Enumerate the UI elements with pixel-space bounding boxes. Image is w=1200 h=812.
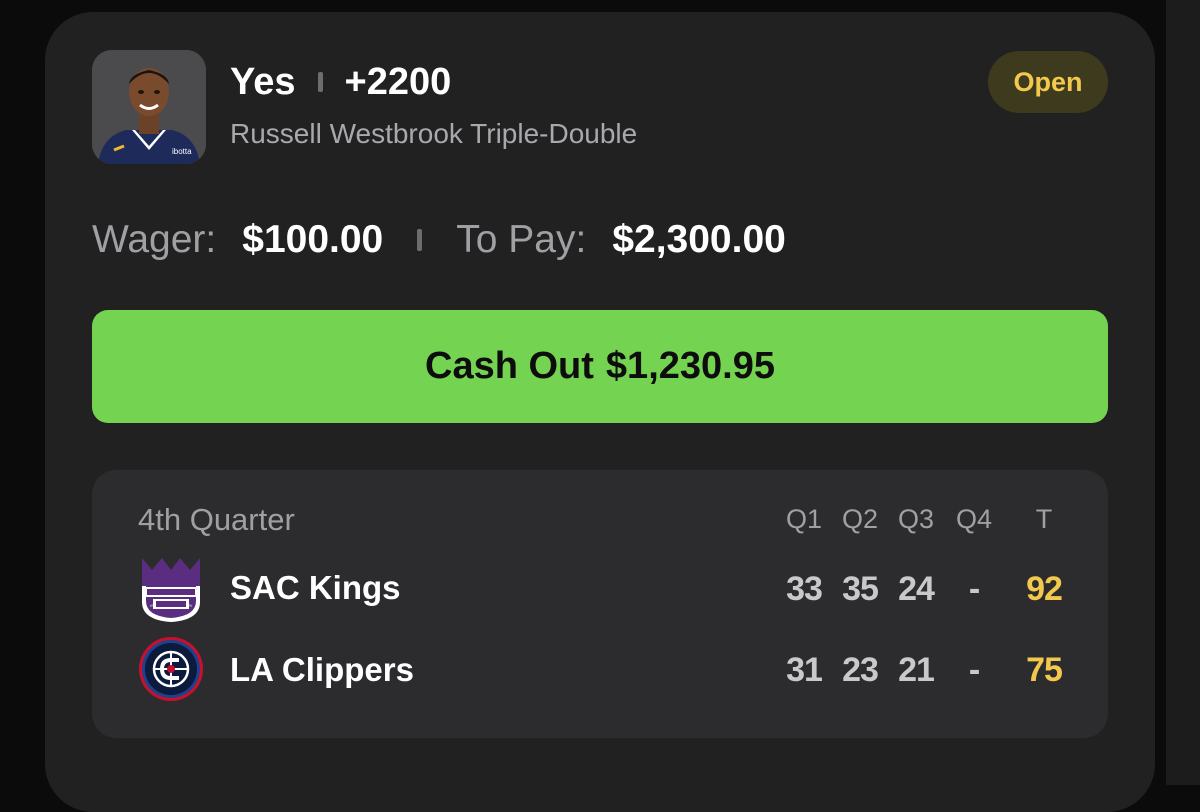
score-q2: 35 (842, 570, 879, 608)
selection-label: Yes (230, 60, 296, 103)
to-pay-value: $2,300.00 (612, 218, 786, 261)
score-q3: 24 (898, 570, 935, 608)
wager-row: Wager: $100.00 To Pay: $2,300.00 (92, 214, 786, 266)
header-q3: Q3 (897, 504, 935, 534)
status-badge: Open (988, 51, 1108, 113)
score-total: 92 (1026, 570, 1063, 608)
score-q2: 23 (842, 651, 879, 689)
cash-out-label: Cash Out (425, 345, 594, 387)
player-avatar: ibotta (92, 50, 206, 164)
wager-value: $100.00 (242, 218, 384, 261)
divider (417, 229, 423, 251)
clippers-logo (138, 636, 204, 702)
header-q2: Q2 (841, 504, 879, 534)
scoreboard: 4th Quarter Q1 Q2 Q3 Q4 T SAC Kings 33 3… (92, 470, 1108, 738)
header-q4: Q4 (955, 504, 993, 534)
kings-logo (138, 556, 204, 622)
divider (317, 72, 323, 92)
cash-out-button[interactable]: Cash Out $1,230.95 (92, 310, 1108, 423)
to-pay-label: To Pay: (456, 218, 587, 261)
team-name: LA Clippers (230, 651, 414, 688)
score-total: 75 (1026, 651, 1063, 689)
status-text: Open (1013, 66, 1083, 97)
score-q4: - (968, 570, 980, 608)
header-total: T (1035, 504, 1053, 534)
score-q1: 33 (786, 570, 823, 608)
background-strip (1166, 0, 1200, 785)
score-q3: 21 (898, 651, 935, 689)
cash-out-amount: $1,230.95 (605, 345, 775, 387)
wager-label: Wager: (92, 218, 217, 261)
game-period: 4th Quarter (138, 502, 295, 537)
bet-title: Yes +2200 (230, 60, 451, 104)
score-q1: 31 (786, 651, 823, 689)
odds-label: +2200 (344, 60, 452, 103)
header-q1: Q1 (785, 504, 823, 534)
score-q4: - (968, 651, 980, 689)
svg-text:ibotta: ibotta (172, 147, 192, 156)
market-label: Russell Westbrook Triple-Double (230, 118, 638, 149)
team-name: SAC Kings (230, 569, 401, 606)
